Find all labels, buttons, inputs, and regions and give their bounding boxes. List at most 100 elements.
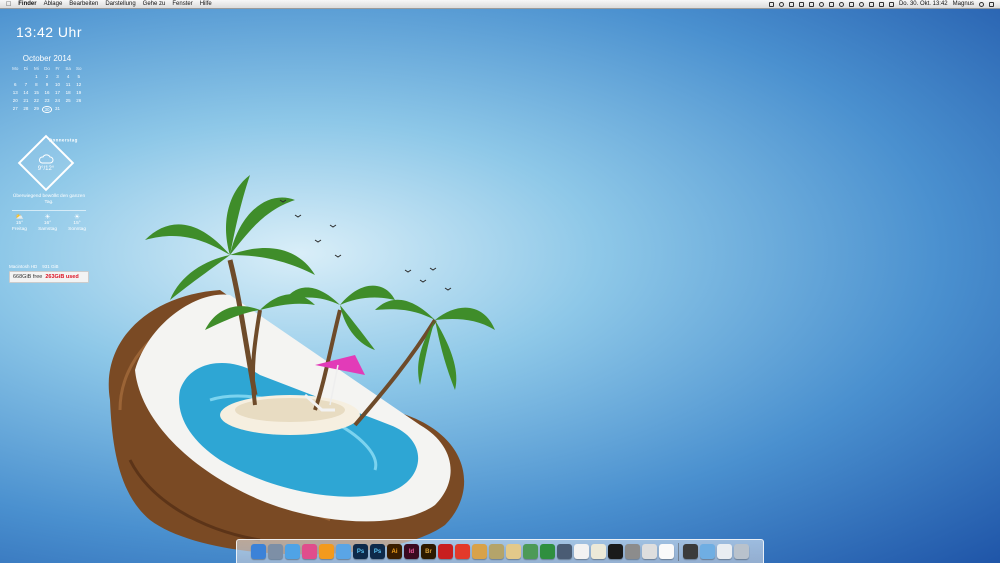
- acrobat-reader-icon[interactable]: [455, 544, 470, 559]
- calendar-day: 6: [14, 82, 17, 87]
- calendar-title: October 2014: [22, 54, 72, 63]
- preview-icon[interactable]: [591, 544, 606, 559]
- spotlight-icon[interactable]: [979, 2, 984, 7]
- utility-icon[interactable]: [523, 544, 538, 559]
- menu-app-name[interactable]: Finder: [18, 0, 36, 9]
- menu-extra-3-icon[interactable]: [798, 2, 804, 7]
- photoshop-2-icon[interactable]: Ps: [370, 544, 385, 559]
- books-icon[interactable]: [472, 544, 487, 559]
- calendar-day: 28: [23, 106, 29, 111]
- drive-icon[interactable]: [717, 544, 732, 559]
- calendar-day: 8: [35, 82, 38, 87]
- menu-user[interactable]: Magnus: [953, 0, 974, 9]
- menu-datetime[interactable]: Do. 30. Okt. 13:42: [899, 0, 948, 9]
- calendar-grid: Mo Di Mi Do Fr Sa So 1 2 3 4 5 6 7 8 9 10 11 12 13 14 15 16 17 1…: [10, 66, 84, 113]
- calendar-weekday: Mo: [12, 66, 19, 71]
- weather-day: Donnerstag: [48, 137, 78, 143]
- menu-extra-1-icon[interactable]: [768, 2, 774, 7]
- calendar-day: 14: [23, 90, 29, 95]
- bridge-icon[interactable]: Br: [421, 544, 436, 559]
- notes-menu-icon[interactable]: [828, 2, 834, 7]
- camera-icon[interactable]: [557, 544, 572, 559]
- disk-total: 931 GiB: [42, 264, 59, 269]
- menu-fenster[interactable]: Fenster: [172, 0, 192, 9]
- terminal-icon[interactable]: [608, 544, 623, 559]
- menu-gehe-zu[interactable]: Gehe zu: [143, 0, 166, 9]
- calendar-day: 18: [65, 90, 71, 95]
- apple-menu-icon[interactable]: : [6, 0, 11, 9]
- calendar-day: 26: [76, 98, 82, 103]
- menu-ablage[interactable]: Ablage: [44, 0, 63, 9]
- calendar-day: 2: [45, 74, 49, 79]
- calendar-weekday: Mi: [34, 66, 39, 71]
- finder-icon[interactable]: [251, 544, 266, 559]
- vlc-icon[interactable]: [319, 544, 334, 559]
- wifi-icon[interactable]: [858, 2, 864, 7]
- calendar-weekday: Sa: [65, 66, 71, 71]
- flag-icon[interactable]: [888, 2, 894, 7]
- calendar-weekday: So: [75, 66, 82, 71]
- weather-divider: [12, 210, 86, 211]
- calendar-app-icon[interactable]: [659, 544, 674, 559]
- calendar-day: 11: [65, 82, 71, 87]
- downloads-folder-icon[interactable]: [700, 544, 715, 559]
- disk-widget: Macintosh HD 931 GiB 668GiB free 263GiB …: [9, 264, 89, 283]
- disk-usage-bar: 668GiB free 263GiB used: [9, 271, 89, 283]
- menu-extra-4-icon[interactable]: [808, 2, 814, 7]
- forecast-day: ☀ 15° Sonntag: [68, 214, 86, 233]
- calendar-day: 15: [33, 90, 39, 95]
- battery-icon[interactable]: [878, 2, 884, 7]
- menu-hilfe[interactable]: Hilfe: [200, 0, 212, 9]
- notification-center-icon[interactable]: [989, 2, 994, 7]
- calendar-day: 31: [55, 106, 61, 111]
- calendar-day: 29: [33, 106, 39, 111]
- calendar-weekday: Di: [23, 66, 28, 71]
- menu-bearbeiten[interactable]: Bearbeiten: [69, 0, 98, 9]
- time-machine-icon[interactable]: [818, 2, 824, 7]
- cloud-icon: [38, 154, 54, 164]
- bluetooth-icon[interactable]: [848, 2, 854, 7]
- illustrator-icon[interactable]: Ai: [387, 544, 402, 559]
- calendar-day: 21: [23, 98, 29, 103]
- printer-icon[interactable]: [642, 544, 657, 559]
- forecast-day: ⛅ 15° Freitag: [12, 214, 27, 233]
- calendar-day: 5: [77, 74, 80, 79]
- calendar-day: 17: [55, 90, 61, 95]
- forecast-day-label: Freitag: [12, 227, 27, 232]
- folder-icon[interactable]: [683, 544, 698, 559]
- system-preferences-icon[interactable]: [625, 544, 640, 559]
- calendar-widget: October 2014 Mo Di Mi Do Fr Sa So 1 2 3 4 5 6 7 8 9 10 11…: [10, 54, 84, 113]
- itunes-icon[interactable]: [302, 544, 317, 559]
- calendar-weekday: Do: [44, 66, 50, 71]
- calendar-day: 7: [24, 82, 28, 87]
- calendar-today: 30: [41, 106, 53, 113]
- safari-icon[interactable]: [285, 544, 300, 559]
- forecast-day-label: Sonntag: [68, 227, 86, 232]
- weather-temp: 9°/12°: [37, 166, 55, 172]
- launchpad-icon[interactable]: [268, 544, 283, 559]
- weather-forecast: ⛅ 15° Freitag ☀ 16° Samstag ☀ 15° Sonnta…: [10, 214, 88, 233]
- dropbox-icon[interactable]: [788, 2, 794, 7]
- volume-icon[interactable]: [868, 2, 874, 7]
- forecast-day: ☀ 16° Samstag: [38, 214, 57, 233]
- notes-icon[interactable]: [506, 544, 521, 559]
- textedit-icon[interactable]: [574, 544, 589, 559]
- clock-menu-icon[interactable]: [838, 2, 844, 7]
- menu-extra-2-icon[interactable]: [778, 2, 784, 7]
- weather-diamond: Donnerstag 9°/12°: [17, 134, 78, 192]
- wallpaper-coconut-island: [108, 175, 495, 555]
- app-store-icon[interactable]: [540, 544, 555, 559]
- mail-icon[interactable]: [336, 544, 351, 559]
- trash-icon[interactable]: [734, 544, 749, 559]
- indesign-icon[interactable]: Id: [404, 544, 419, 559]
- photoshop-icon[interactable]: Ps: [353, 544, 368, 559]
- calendar-day: 16: [44, 90, 50, 95]
- calendar-day: 1: [35, 74, 38, 79]
- winrar-icon[interactable]: [489, 544, 504, 559]
- weather-widget: Donnerstag 9°/12° Überwiegend bewölkt de…: [10, 134, 88, 233]
- birds: [279, 199, 452, 291]
- forecast-day-label: Samstag: [38, 227, 57, 232]
- menu-darstellung[interactable]: Darstellung: [105, 0, 135, 9]
- calendar-day: 27: [12, 106, 18, 111]
- acrobat-icon[interactable]: [438, 544, 453, 559]
